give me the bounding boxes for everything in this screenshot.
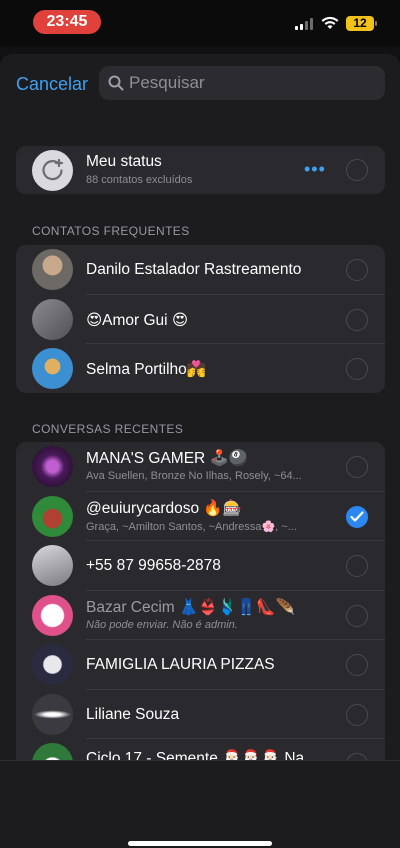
contact-checkbox[interactable] bbox=[346, 308, 368, 331]
list-item[interactable]: @euiurycardoso 🔥🎰 Graça, ~Amilton Santos… bbox=[16, 492, 385, 541]
chat-name: Liliane Souza bbox=[86, 705, 180, 723]
avatar bbox=[32, 298, 73, 340]
clock[interactable]: 23:45 bbox=[33, 10, 101, 34]
chat-name: Bazar Cecim 👗👙🩱👖👠🪶 bbox=[86, 598, 295, 616]
recent-conversations-list: MANA'S GAMER 🕹️🎱 Ava Suellen, Bronze No … bbox=[16, 442, 385, 760]
my-status-avatar bbox=[32, 150, 73, 191]
status-bar: 23:45 12 bbox=[0, 0, 400, 46]
checkmark-icon bbox=[350, 510, 364, 522]
chat-checkbox[interactable] bbox=[346, 753, 368, 760]
chat-name: FAMIGLIA LAURIA PIZZAS bbox=[86, 656, 275, 673]
avatar bbox=[32, 644, 73, 685]
list-item[interactable]: MANA'S GAMER 🕹️🎱 Ava Suellen, Bronze No … bbox=[16, 442, 385, 492]
chat-members: Graça, ~Amilton Santos, ~Andressa🌸, ~... bbox=[86, 520, 297, 533]
list-item[interactable]: Ciclo 17 - Semente 🎅🏻🎅🏻🎅🏻 Na bbox=[16, 739, 385, 760]
my-status-card[interactable]: Meu status 88 contatos excluídos ••• bbox=[16, 146, 385, 194]
contact-checkbox[interactable] bbox=[346, 259, 368, 281]
recent-conversations-header: CONVERSAS RECENTES bbox=[32, 422, 184, 436]
chat-name: MANA'S GAMER 🕹️🎱 bbox=[86, 450, 249, 467]
wifi-icon bbox=[321, 16, 339, 29]
chat-checkbox[interactable] bbox=[346, 703, 368, 726]
search-icon bbox=[108, 75, 124, 91]
chat-name: @euiurycardoso 🔥🎰 bbox=[86, 499, 242, 517]
avatar bbox=[32, 495, 73, 537]
list-item[interactable]: Bazar Cecim 👗👙🩱👖👠🪶 Não pode enviar. Não … bbox=[16, 591, 385, 640]
battery-icon: 12 bbox=[346, 16, 377, 31]
avatar bbox=[32, 743, 73, 760]
search-bar[interactable] bbox=[99, 66, 385, 100]
list-item[interactable]: 😍Amor Gui 😍 bbox=[16, 295, 385, 344]
contact-name: Danilo Estalador Rastreamento bbox=[86, 261, 302, 278]
home-indicator[interactable] bbox=[128, 841, 272, 846]
cellular-signal-icon bbox=[295, 18, 315, 30]
chat-name: +55 87 99658-2878 bbox=[86, 557, 221, 574]
list-item[interactable]: +55 87 99658-2878 bbox=[16, 541, 385, 591]
avatar bbox=[32, 594, 73, 636]
avatar bbox=[32, 446, 73, 487]
list-item[interactable]: Danilo Estalador Rastreamento bbox=[16, 245, 385, 295]
share-sheet: Cancelar Meu status 88 contatos excluído… bbox=[0, 54, 400, 760]
avatar bbox=[32, 693, 73, 735]
chat-restriction-note: Não pode enviar. Não é admin. bbox=[86, 618, 238, 631]
chat-name: Ciclo 17 - Semente 🎅🏻🎅🏻🎅🏻 Na bbox=[86, 750, 305, 760]
chat-checkbox[interactable] bbox=[346, 555, 368, 577]
frequent-contacts-header: CONTATOS FREQUENTES bbox=[32, 224, 190, 238]
chat-checkbox[interactable] bbox=[346, 654, 368, 676]
my-status-checkbox[interactable] bbox=[346, 159, 368, 181]
avatar bbox=[32, 348, 73, 389]
cancel-button[interactable]: Cancelar bbox=[16, 74, 88, 95]
chat-checkbox[interactable] bbox=[346, 456, 368, 478]
list-item[interactable]: Liliane Souza bbox=[16, 690, 385, 739]
contact-name: Selma Portilho💏 bbox=[86, 361, 207, 378]
chat-members: Ava Suellen, Bronze No Ilhas, Rosely, ~6… bbox=[86, 470, 302, 482]
search-input[interactable] bbox=[129, 66, 379, 100]
bottom-bar bbox=[0, 760, 400, 848]
avatar bbox=[32, 545, 73, 586]
contact-checkbox[interactable] bbox=[346, 358, 368, 380]
more-options-icon[interactable]: ••• bbox=[304, 159, 326, 180]
list-item[interactable]: FAMIGLIA LAURIA PIZZAS bbox=[16, 640, 385, 690]
chat-checkbox-checked[interactable] bbox=[346, 505, 368, 528]
chat-checkbox[interactable] bbox=[346, 604, 368, 627]
my-status-title: Meu status bbox=[86, 153, 162, 170]
status-add-icon bbox=[42, 158, 64, 181]
frequent-contacts-list: Danilo Estalador Rastreamento 😍Amor Gui … bbox=[16, 245, 385, 393]
list-item[interactable]: Selma Portilho💏 bbox=[16, 344, 385, 393]
avatar bbox=[32, 249, 73, 290]
contact-name: 😍Amor Gui 😍 bbox=[86, 311, 189, 329]
